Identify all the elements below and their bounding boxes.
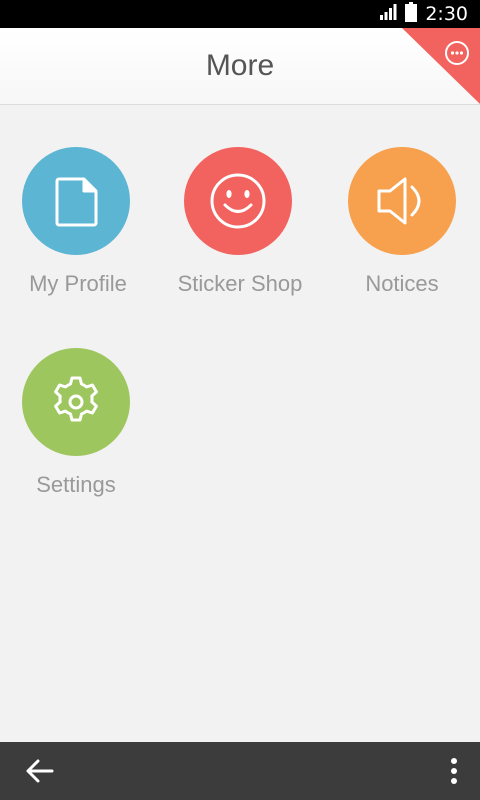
my-profile-circle — [22, 147, 130, 255]
status-time: 2:30 — [425, 3, 468, 25]
grid-item-settings[interactable]: Settings — [0, 348, 160, 518]
grid-item-notices[interactable]: Notices — [322, 147, 480, 317]
settings-circle — [22, 348, 130, 456]
overflow-menu-button[interactable] — [442, 752, 466, 790]
grid-item-my-profile[interactable]: My Profile — [0, 147, 160, 317]
signal-icon — [379, 3, 397, 25]
notices-circle — [348, 147, 456, 255]
status-bar: 2:30 — [0, 0, 480, 28]
my-profile-label: My Profile — [29, 271, 127, 296]
speaker-icon — [348, 147, 456, 255]
sticker-shop-label: Sticker Shop — [177, 271, 303, 296]
more-options-icon — [402, 28, 480, 104]
navigation-bar — [0, 742, 480, 800]
status-icons: 2:30 — [379, 0, 468, 28]
notices-label: Notices — [365, 271, 439, 296]
sticker-shop-circle — [184, 147, 292, 255]
back-button[interactable] — [18, 752, 62, 790]
settings-label: Settings — [36, 472, 116, 497]
back-arrow-icon — [26, 759, 54, 783]
grid-item-sticker-shop[interactable]: Sticker Shop — [160, 147, 320, 317]
document-icon — [22, 147, 130, 255]
gear-icon — [22, 348, 130, 456]
more-options-button[interactable] — [402, 28, 480, 104]
smiley-icon — [184, 147, 292, 255]
overflow-menu-icon — [451, 758, 457, 784]
battery-icon — [405, 1, 418, 27]
